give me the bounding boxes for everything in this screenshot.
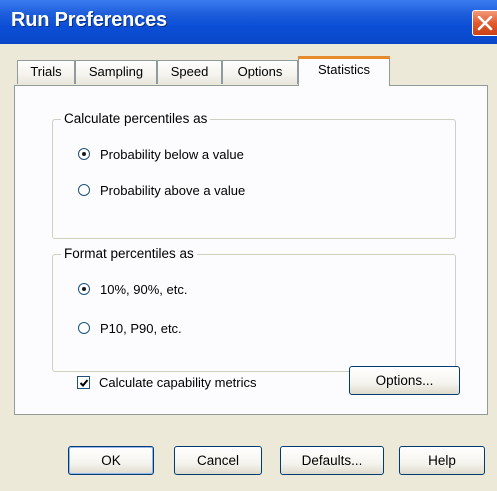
format-percentiles-group: Format percentiles as 10%, 90%, etc. P10… [52, 246, 456, 372]
capability-checkbox-label: Calculate capability metrics [99, 374, 257, 390]
calculate-percentiles-label: Calculate percentiles as [61, 111, 211, 126]
radio-label: Probability above a value [100, 182, 246, 198]
title-bar[interactable]: Run Preferences [0, 0, 497, 44]
tab-sampling[interactable]: Sampling [75, 60, 157, 84]
tab-trials[interactable]: Trials [17, 60, 75, 84]
radio-button-selected[interactable] [78, 148, 90, 160]
tab-label: Speed [170, 64, 209, 79]
radio-label: Probability below a value [100, 146, 244, 162]
radio-button[interactable] [78, 322, 90, 334]
calculate-percentiles-group: Calculate percentiles as Probability bel… [52, 111, 456, 239]
cancel-button[interactable]: Cancel [174, 446, 262, 475]
window-title: Run Preferences [11, 9, 167, 31]
radio-probability-below[interactable]: Probability below a value [78, 144, 244, 164]
radio-label: 10%, 90%, etc. [100, 281, 188, 297]
checkmark-icon [79, 378, 89, 387]
close-button[interactable] [472, 10, 497, 36]
radio-percent-format[interactable]: 10%, 90%, etc. [78, 279, 187, 299]
tab-label: Statistics [317, 62, 370, 77]
tab-label: Trials [30, 64, 62, 79]
format-percentiles-label: Format percentiles as [61, 246, 197, 261]
radio-button[interactable] [78, 184, 90, 196]
tab-label: Sampling [88, 64, 144, 79]
radio-label: P10, P90, etc. [100, 320, 182, 336]
radio-button-selected[interactable] [78, 283, 90, 295]
defaults-button[interactable]: Defaults... [280, 446, 384, 475]
radio-p-format[interactable]: P10, P90, etc. [78, 318, 182, 338]
close-icon [477, 16, 493, 31]
capability-options-button[interactable]: Options... [349, 366, 460, 395]
statistics-panel: Calculate percentiles as Probability bel… [14, 85, 488, 415]
tab-options[interactable]: Options [222, 60, 298, 84]
ok-button[interactable]: OK [68, 446, 154, 475]
radio-probability-above[interactable]: Probability above a value [78, 180, 245, 200]
tab-speed[interactable]: Speed [157, 60, 222, 84]
capability-checkbox[interactable] [77, 375, 90, 389]
capability-checkbox-row[interactable]: Calculate capability metrics [77, 372, 257, 392]
tab-label: Options [237, 64, 283, 79]
help-button[interactable]: Help [399, 446, 485, 475]
tab-statistics[interactable]: Statistics [298, 56, 390, 86]
